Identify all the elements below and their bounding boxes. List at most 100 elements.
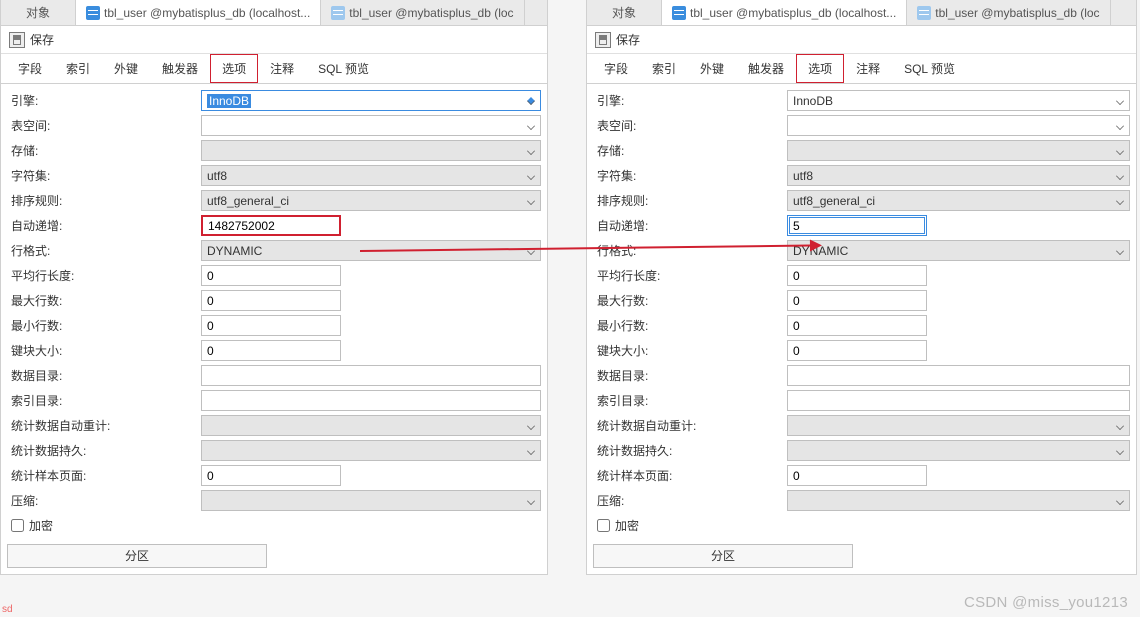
label-compress: 压缩: — [7, 489, 197, 512]
table-icon — [86, 6, 100, 20]
label-keyblock: 键块大小: — [7, 339, 197, 362]
chevron-down-icon — [1116, 147, 1124, 155]
label-avgrowlen: 平均行长度: — [7, 264, 197, 287]
table-icon — [917, 6, 931, 20]
small-mark: sd — [2, 604, 13, 615]
label-statsauto: 统计数据自动重计: — [593, 414, 783, 437]
tablespace-select[interactable] — [787, 115, 1130, 136]
label-storage: 存储: — [7, 139, 197, 162]
save-button[interactable]: 保存 — [30, 31, 54, 48]
label-statspersist: 统计数据持久: — [7, 439, 197, 462]
encrypt-checkbox[interactable] — [597, 519, 610, 532]
autoinc-input[interactable] — [201, 215, 341, 236]
subtab-options[interactable]: 选项 — [210, 54, 258, 83]
label-datadir: 数据目录: — [593, 364, 783, 387]
maxrows-input[interactable] — [787, 290, 927, 311]
subtab-comments[interactable]: 注释 — [844, 54, 892, 83]
table-icon — [672, 6, 686, 20]
charset-select[interactable]: utf8 — [787, 165, 1130, 186]
compress-select[interactable] — [201, 490, 541, 511]
subtab-triggers[interactable]: 触发器 — [736, 54, 796, 83]
indexdir-input[interactable] — [787, 390, 1130, 411]
label-autoinc: 自动递增: — [593, 214, 783, 237]
chevron-down-icon — [1116, 497, 1124, 505]
statspersist-select[interactable] — [201, 440, 541, 461]
form: 引擎: InnoDB 表空间: 存储: 字符集: utf8 排序规则: utf8… — [587, 84, 1136, 542]
label-engine: 引擎: — [593, 89, 783, 112]
save-icon — [9, 32, 25, 48]
label-storage: 存储: — [593, 139, 783, 162]
datadir-input[interactable] — [787, 365, 1130, 386]
subtab-sql[interactable]: SQL 预览 — [892, 54, 967, 83]
subtab-fk[interactable]: 外键 — [688, 54, 736, 83]
compress-select[interactable] — [787, 490, 1130, 511]
tablespace-select[interactable] — [201, 115, 541, 136]
statssample-input[interactable] — [201, 465, 341, 486]
datadir-input[interactable] — [201, 365, 541, 386]
label-collation: 排序规则: — [7, 189, 197, 212]
minrows-input[interactable] — [201, 315, 341, 336]
label-indexdir: 索引目录: — [593, 389, 783, 412]
keyblock-input[interactable] — [201, 340, 341, 361]
statssample-input[interactable] — [787, 465, 927, 486]
chevron-down-icon — [527, 147, 535, 155]
partition-button[interactable]: 分区 — [593, 544, 853, 568]
tab-objects[interactable]: 对象 — [587, 0, 662, 25]
statsauto-select[interactable] — [787, 415, 1130, 436]
chevron-down-icon — [1116, 97, 1124, 105]
charset-select[interactable]: utf8 — [201, 165, 541, 186]
collation-select[interactable]: utf8_general_ci — [787, 190, 1130, 211]
statsauto-select[interactable] — [201, 415, 541, 436]
autoinc-input[interactable] — [787, 215, 927, 236]
label-maxrows: 最大行数: — [7, 289, 197, 312]
subtab-fk[interactable]: 外键 — [102, 54, 150, 83]
avgrowlen-input[interactable] — [787, 265, 927, 286]
maxrows-input[interactable] — [201, 290, 341, 311]
subtab-options[interactable]: 选项 — [796, 54, 844, 83]
tab-active[interactable]: tbl_user @mybatisplus_db (localhost... — [662, 0, 907, 25]
collation-select[interactable]: utf8_general_ci — [201, 190, 541, 211]
label-statspersist: 统计数据持久: — [593, 439, 783, 462]
chevron-down-icon — [1116, 422, 1124, 430]
avgrowlen-input[interactable] — [201, 265, 341, 286]
encrypt-checkbox[interactable] — [11, 519, 24, 532]
chevron-down-icon — [527, 497, 535, 505]
tabstrip: 对象 tbl_user @mybatisplus_db (localhost..… — [587, 0, 1136, 26]
tab-objects[interactable]: 对象 — [1, 0, 76, 25]
subtab-comments[interactable]: 注释 — [258, 54, 306, 83]
label-collation: 排序规则: — [593, 189, 783, 212]
tab-inactive[interactable]: tbl_user @mybatisplus_db (loc — [321, 0, 524, 25]
save-button[interactable]: 保存 — [616, 31, 640, 48]
chevron-down-icon — [527, 447, 535, 455]
subtab-sql[interactable]: SQL 预览 — [306, 54, 381, 83]
label-datadir: 数据目录: — [7, 364, 197, 387]
label-keyblock: 键块大小: — [593, 339, 783, 362]
save-icon — [595, 32, 611, 48]
tab-inactive[interactable]: tbl_user @mybatisplus_db (loc — [907, 0, 1110, 25]
subtab-triggers[interactable]: 触发器 — [150, 54, 210, 83]
rowformat-select[interactable]: DYNAMIC — [787, 240, 1130, 261]
subtab-fields[interactable]: 字段 — [592, 54, 640, 83]
label-minrows: 最小行数: — [7, 314, 197, 337]
engine-select[interactable]: InnoDB — [201, 90, 541, 111]
storage-select[interactable] — [201, 140, 541, 161]
minrows-input[interactable] — [787, 315, 927, 336]
tab-active[interactable]: tbl_user @mybatisplus_db (localhost... — [76, 0, 321, 25]
chevron-down-icon — [1116, 122, 1124, 130]
engine-select[interactable]: InnoDB — [787, 90, 1130, 111]
form: 引擎: InnoDB 表空间: 存储: 字符集: utf8 排序规则: utf8… — [1, 84, 547, 542]
indexdir-input[interactable] — [201, 390, 541, 411]
subtab-indexes[interactable]: 索引 — [54, 54, 102, 83]
chevron-down-icon — [527, 172, 535, 180]
subtab-indexes[interactable]: 索引 — [640, 54, 688, 83]
tab-active-label: tbl_user @mybatisplus_db (localhost... — [690, 6, 896, 20]
chevron-down-icon — [527, 422, 535, 430]
keyblock-input[interactable] — [787, 340, 927, 361]
label-rowformat: 行格式: — [593, 239, 783, 262]
statspersist-select[interactable] — [787, 440, 1130, 461]
subtab-fields[interactable]: 字段 — [6, 54, 54, 83]
label-maxrows: 最大行数: — [593, 289, 783, 312]
subtabs: 字段 索引 外键 触发器 选项 注释 SQL 预览 — [1, 54, 547, 84]
partition-button[interactable]: 分区 — [7, 544, 267, 568]
storage-select[interactable] — [787, 140, 1130, 161]
